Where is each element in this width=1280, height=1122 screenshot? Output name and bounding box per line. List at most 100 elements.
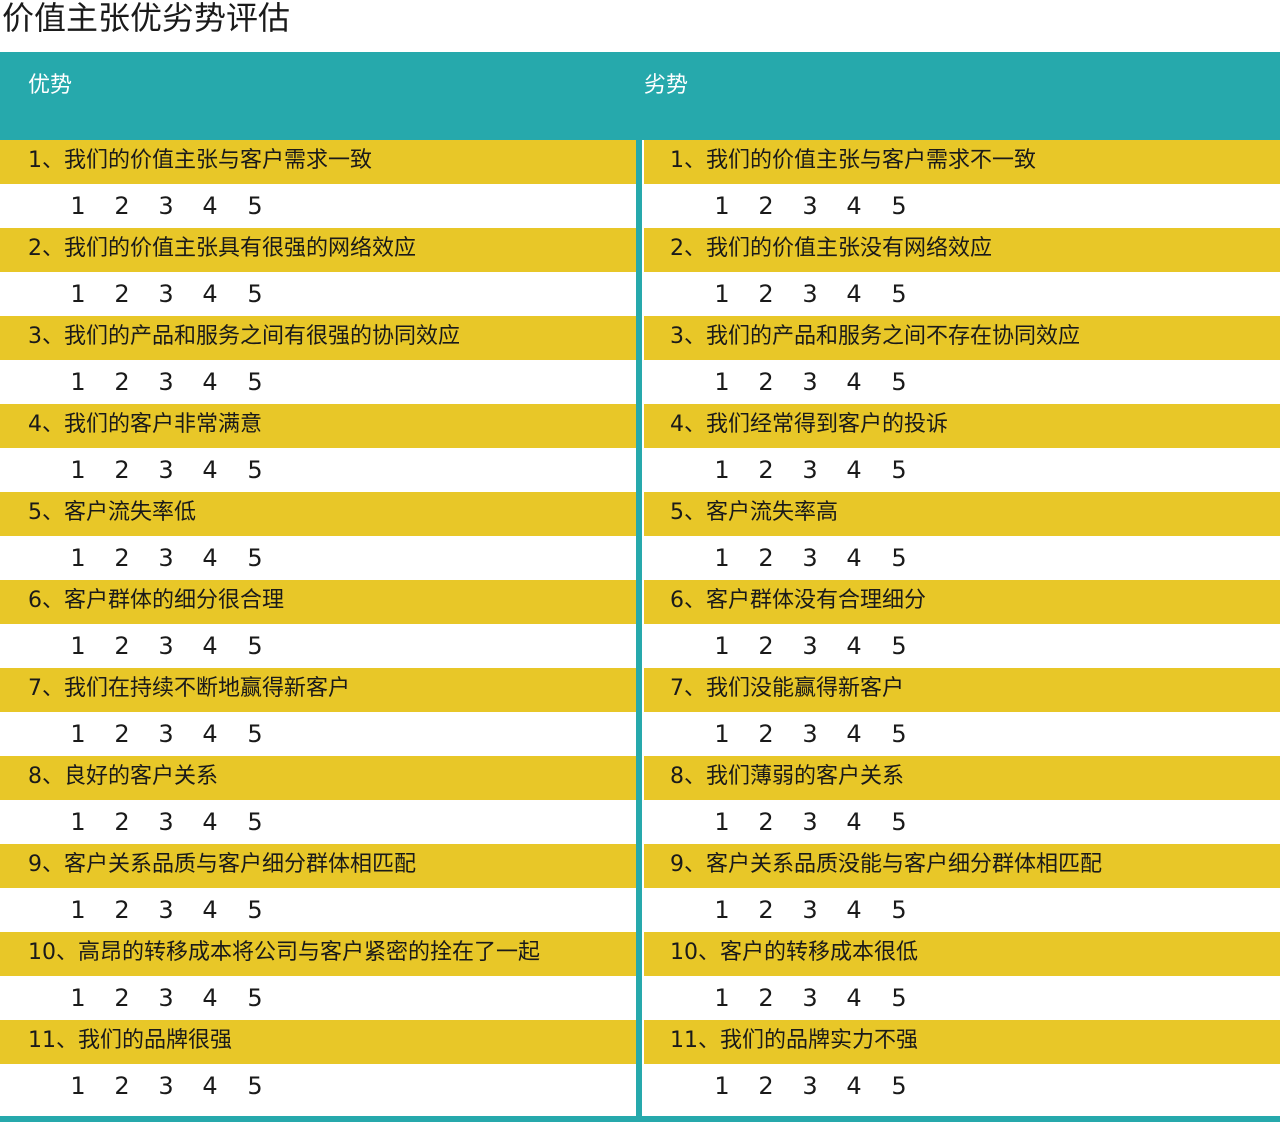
rating-option-1[interactable]: 1 bbox=[712, 184, 732, 228]
rating-option-1[interactable]: 1 bbox=[68, 712, 88, 756]
rating-option-5[interactable]: 5 bbox=[245, 1064, 265, 1108]
rating-option-4[interactable]: 4 bbox=[200, 888, 220, 932]
rating-option-4[interactable]: 4 bbox=[844, 624, 864, 668]
rating-option-1[interactable]: 1 bbox=[712, 888, 732, 932]
rating-option-2[interactable]: 2 bbox=[756, 1064, 776, 1108]
rating-option-3[interactable]: 3 bbox=[800, 272, 820, 316]
rating-option-2[interactable]: 2 bbox=[112, 536, 132, 580]
rating-option-3[interactable]: 3 bbox=[800, 1064, 820, 1108]
rating-option-1[interactable]: 1 bbox=[712, 448, 732, 492]
rating-option-3[interactable]: 3 bbox=[156, 536, 176, 580]
rating-option-4[interactable]: 4 bbox=[200, 976, 220, 1020]
rating-option-5[interactable]: 5 bbox=[245, 272, 265, 316]
rating-option-4[interactable]: 4 bbox=[200, 1064, 220, 1108]
rating-option-4[interactable]: 4 bbox=[844, 448, 864, 492]
rating-option-1[interactable]: 1 bbox=[68, 272, 88, 316]
rating-option-4[interactable]: 4 bbox=[200, 536, 220, 580]
rating-option-2[interactable]: 2 bbox=[756, 272, 776, 316]
rating-option-4[interactable]: 4 bbox=[844, 1064, 864, 1108]
rating-option-5[interactable]: 5 bbox=[245, 712, 265, 756]
rating-option-2[interactable]: 2 bbox=[756, 712, 776, 756]
rating-option-3[interactable]: 3 bbox=[156, 888, 176, 932]
rating-option-4[interactable]: 4 bbox=[200, 712, 220, 756]
rating-option-2[interactable]: 2 bbox=[756, 448, 776, 492]
rating-option-2[interactable]: 2 bbox=[756, 888, 776, 932]
rating-option-3[interactable]: 3 bbox=[156, 1064, 176, 1108]
rating-option-4[interactable]: 4 bbox=[200, 360, 220, 404]
rating-option-5[interactable]: 5 bbox=[889, 360, 909, 404]
rating-option-1[interactable]: 1 bbox=[68, 976, 88, 1020]
rating-option-5[interactable]: 5 bbox=[889, 536, 909, 580]
rating-option-5[interactable]: 5 bbox=[889, 184, 909, 228]
rating-option-3[interactable]: 3 bbox=[156, 272, 176, 316]
rating-option-5[interactable]: 5 bbox=[889, 272, 909, 316]
rating-option-3[interactable]: 3 bbox=[156, 712, 176, 756]
rating-option-5[interactable]: 5 bbox=[245, 976, 265, 1020]
rating-option-3[interactable]: 3 bbox=[800, 976, 820, 1020]
rating-option-2[interactable]: 2 bbox=[112, 712, 132, 756]
rating-option-5[interactable]: 5 bbox=[245, 888, 265, 932]
rating-option-5[interactable]: 5 bbox=[245, 184, 265, 228]
rating-option-2[interactable]: 2 bbox=[756, 360, 776, 404]
rating-option-2[interactable]: 2 bbox=[112, 448, 132, 492]
rating-option-1[interactable]: 1 bbox=[68, 800, 88, 844]
rating-option-1[interactable]: 1 bbox=[68, 360, 88, 404]
rating-option-5[interactable]: 5 bbox=[889, 1064, 909, 1108]
rating-option-3[interactable]: 3 bbox=[156, 448, 176, 492]
rating-option-4[interactable]: 4 bbox=[844, 272, 864, 316]
rating-option-3[interactable]: 3 bbox=[156, 624, 176, 668]
rating-option-1[interactable]: 1 bbox=[68, 888, 88, 932]
rating-option-5[interactable]: 5 bbox=[245, 800, 265, 844]
rating-option-5[interactable]: 5 bbox=[245, 624, 265, 668]
rating-option-1[interactable]: 1 bbox=[712, 360, 732, 404]
rating-option-5[interactable]: 5 bbox=[889, 712, 909, 756]
rating-option-5[interactable]: 5 bbox=[245, 536, 265, 580]
rating-option-1[interactable]: 1 bbox=[712, 1064, 732, 1108]
rating-option-5[interactable]: 5 bbox=[889, 976, 909, 1020]
rating-option-4[interactable]: 4 bbox=[200, 184, 220, 228]
rating-option-4[interactable]: 4 bbox=[200, 624, 220, 668]
rating-option-1[interactable]: 1 bbox=[712, 800, 732, 844]
rating-option-3[interactable]: 3 bbox=[800, 536, 820, 580]
rating-option-1[interactable]: 1 bbox=[68, 624, 88, 668]
rating-option-2[interactable]: 2 bbox=[756, 624, 776, 668]
rating-option-3[interactable]: 3 bbox=[800, 184, 820, 228]
rating-option-2[interactable]: 2 bbox=[112, 976, 132, 1020]
rating-option-1[interactable]: 1 bbox=[68, 184, 88, 228]
rating-option-3[interactable]: 3 bbox=[800, 800, 820, 844]
rating-option-1[interactable]: 1 bbox=[712, 272, 732, 316]
rating-option-1[interactable]: 1 bbox=[712, 712, 732, 756]
rating-option-3[interactable]: 3 bbox=[156, 800, 176, 844]
rating-option-4[interactable]: 4 bbox=[844, 360, 864, 404]
rating-option-4[interactable]: 4 bbox=[844, 184, 864, 228]
rating-option-4[interactable]: 4 bbox=[844, 712, 864, 756]
rating-option-1[interactable]: 1 bbox=[712, 624, 732, 668]
rating-option-1[interactable]: 1 bbox=[712, 536, 732, 580]
rating-option-3[interactable]: 3 bbox=[800, 448, 820, 492]
rating-option-2[interactable]: 2 bbox=[112, 184, 132, 228]
rating-option-2[interactable]: 2 bbox=[112, 360, 132, 404]
rating-option-4[interactable]: 4 bbox=[200, 272, 220, 316]
rating-option-4[interactable]: 4 bbox=[844, 536, 864, 580]
rating-option-4[interactable]: 4 bbox=[844, 976, 864, 1020]
rating-option-5[interactable]: 5 bbox=[245, 448, 265, 492]
rating-option-3[interactable]: 3 bbox=[800, 888, 820, 932]
rating-option-4[interactable]: 4 bbox=[844, 888, 864, 932]
rating-option-1[interactable]: 1 bbox=[68, 1064, 88, 1108]
rating-option-2[interactable]: 2 bbox=[112, 888, 132, 932]
rating-option-5[interactable]: 5 bbox=[245, 360, 265, 404]
rating-option-3[interactable]: 3 bbox=[156, 360, 176, 404]
rating-option-2[interactable]: 2 bbox=[756, 976, 776, 1020]
rating-option-4[interactable]: 4 bbox=[844, 800, 864, 844]
rating-option-2[interactable]: 2 bbox=[756, 536, 776, 580]
rating-option-3[interactable]: 3 bbox=[156, 976, 176, 1020]
rating-option-2[interactable]: 2 bbox=[112, 624, 132, 668]
rating-option-3[interactable]: 3 bbox=[800, 712, 820, 756]
rating-option-2[interactable]: 2 bbox=[112, 1064, 132, 1108]
rating-option-1[interactable]: 1 bbox=[68, 536, 88, 580]
rating-option-3[interactable]: 3 bbox=[156, 184, 176, 228]
rating-option-1[interactable]: 1 bbox=[68, 448, 88, 492]
rating-option-2[interactable]: 2 bbox=[756, 184, 776, 228]
rating-option-5[interactable]: 5 bbox=[889, 800, 909, 844]
rating-option-4[interactable]: 4 bbox=[200, 800, 220, 844]
